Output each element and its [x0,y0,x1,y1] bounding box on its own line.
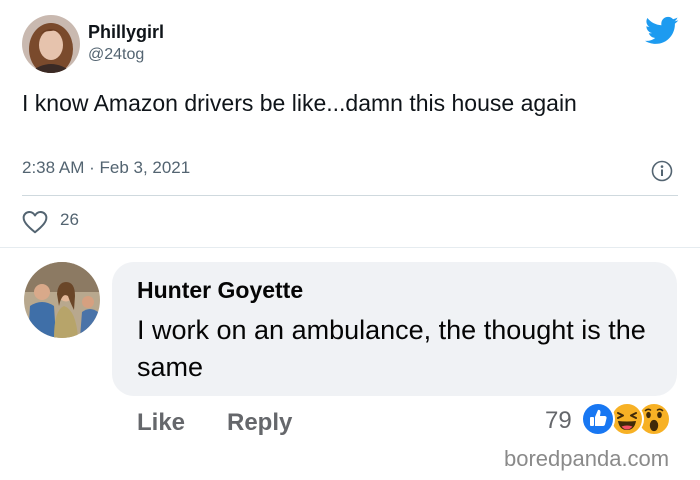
like-reaction-icon [581,402,615,436]
reply-button[interactable]: Reply [227,409,292,437]
comment-author-avatar[interactable] [24,262,100,338]
tweet-author-handle[interactable]: @24tog [88,46,144,64]
reaction-icons[interactable] [581,402,681,440]
tweet-divider [22,195,678,196]
tweet-timestamp[interactable]: 2:38 AM · Feb 3, 2021 [22,158,190,178]
twitter-bird-icon[interactable] [645,16,679,46]
comment-author-name[interactable]: Hunter Goyette [137,277,303,304]
tweet-card: Phillygirl @24tog I know Amazon drivers … [0,0,700,248]
like-button[interactable]: Like [137,409,185,437]
tweet-text: I know Amazon drivers be like...damn thi… [22,90,577,116]
haha-reaction-icon [610,402,644,436]
watermark: boredpanda.com [504,446,670,471]
heart-icon[interactable] [22,210,48,234]
card-separator [0,247,700,248]
reaction-count[interactable]: 79 [545,407,572,435]
tweet-like-count: 26 [60,210,79,229]
comment-text: I work on an ambulance, the thought is t… [137,315,646,382]
info-icon[interactable] [651,160,673,182]
tweet-author-name[interactable]: Phillygirl [88,22,164,43]
tweet-author-avatar[interactable] [22,15,80,73]
